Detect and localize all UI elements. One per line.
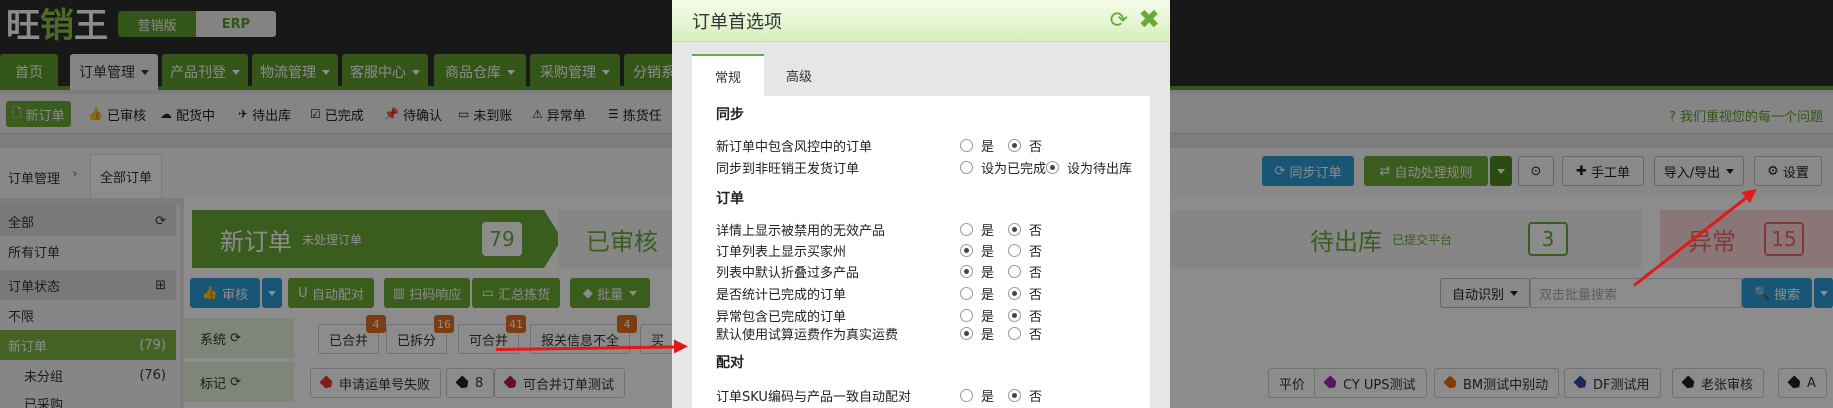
- dialog-body: 常规 高级 同步 新订单中包含风控中的订单 是 否 同步到非旺销王发货订单 设为…: [672, 42, 1170, 408]
- radio-button: [960, 244, 973, 257]
- option-label: 同步到非旺销王发货订单: [716, 162, 860, 177]
- option-label: 详情上显示被禁用的无效产品: [716, 224, 886, 239]
- option-label: 订单SKU编码与产品一致自动配对: [716, 390, 911, 405]
- radio-yes[interactable]: 是: [960, 220, 994, 239]
- radio-button: [960, 389, 973, 402]
- radio-yes[interactable]: 是: [960, 241, 994, 260]
- option-label: 是否统计已完成的订单: [716, 288, 847, 303]
- radio-yes[interactable]: 是: [960, 324, 994, 343]
- radio-no[interactable]: 否: [1008, 306, 1042, 325]
- radio-no[interactable]: 否: [1008, 220, 1042, 239]
- radio-button: [960, 265, 973, 278]
- radio-button: [960, 161, 973, 174]
- radio-button: [1008, 389, 1021, 402]
- dialog-header: 订单首选项 ⟳ ✖: [672, 0, 1170, 42]
- radio-no[interactable]: 否: [1008, 324, 1042, 343]
- radio-button: [960, 139, 973, 152]
- radio-yes[interactable]: 是: [960, 136, 994, 155]
- option-label: 新订单中包含风控中的订单: [716, 140, 873, 155]
- radio-button: [1008, 265, 1021, 278]
- tab-general[interactable]: 常规: [692, 54, 764, 96]
- radio-button: [960, 327, 973, 340]
- radio-button: [1008, 309, 1021, 322]
- radio-yes[interactable]: 是: [960, 262, 994, 281]
- general-panel: 同步 新订单中包含风控中的订单 是 否 同步到非旺销王发货订单 设为已完成 设为…: [692, 96, 1150, 408]
- radio-button: [960, 287, 973, 300]
- refresh-icon[interactable]: ⟳: [1110, 8, 1128, 33]
- radio-yes[interactable]: 是: [960, 386, 994, 405]
- radio-button: [960, 309, 973, 322]
- radio-button: [1008, 244, 1021, 257]
- order-preferences-dialog: 订单首选项 ⟳ ✖ 常规 高级 同步 新订单中包含风控中的订单 是 否 同步到非…: [672, 0, 1170, 408]
- option-label: 异常包含已完成的订单: [716, 310, 847, 325]
- radio-button: [1008, 287, 1021, 300]
- radio-no[interactable]: 否: [1008, 241, 1042, 260]
- radio-no[interactable]: 否: [1008, 284, 1042, 303]
- radio-no[interactable]: 否: [1008, 136, 1042, 155]
- close-icon[interactable]: ✖: [1138, 5, 1160, 35]
- option-label: 默认使用试算运费作为真实运费: [716, 328, 899, 343]
- radio-button: [1008, 223, 1021, 236]
- radio-set-completed[interactable]: 设为已完成: [960, 158, 1046, 177]
- section-orders: 订单: [716, 191, 744, 207]
- radio-button: [1008, 139, 1021, 152]
- dialog-title: 订单首选项: [692, 12, 782, 33]
- tab-advanced[interactable]: 高级: [764, 54, 834, 96]
- option-label: 订单列表上显示买家州: [716, 245, 847, 260]
- section-matching: 配对: [716, 355, 744, 371]
- radio-no[interactable]: 否: [1008, 386, 1042, 405]
- radio-no[interactable]: 否: [1008, 262, 1042, 281]
- radio-yes[interactable]: 是: [960, 284, 994, 303]
- option-label: 列表中默认折叠过多产品: [716, 266, 860, 281]
- radio-button: [1008, 327, 1021, 340]
- section-sync: 同步: [716, 107, 744, 123]
- radio-set-outbound[interactable]: 设为待出库: [1046, 158, 1132, 177]
- radio-yes[interactable]: 是: [960, 306, 994, 325]
- radio-button: [1046, 161, 1059, 174]
- radio-button: [960, 223, 973, 236]
